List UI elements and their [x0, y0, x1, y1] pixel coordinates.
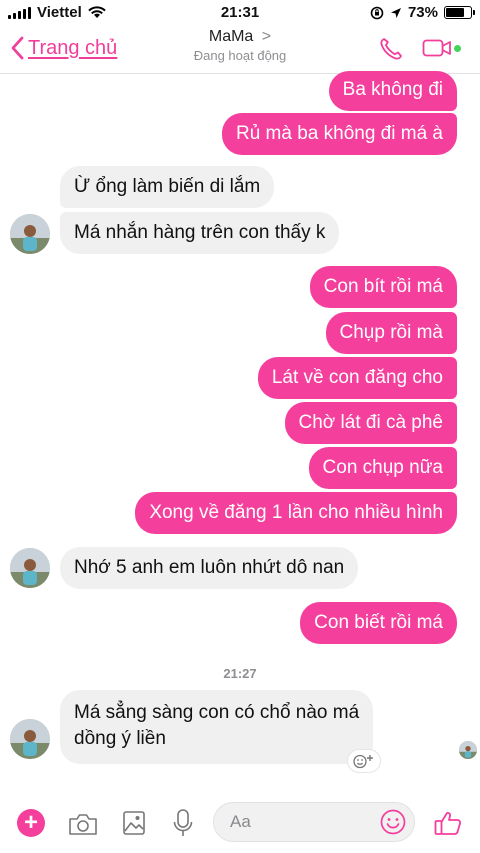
title-chevron-icon: >	[261, 28, 272, 45]
thumbs-up-icon[interactable]	[434, 810, 462, 836]
message-outgoing[interactable]: Con biết rồi má	[300, 602, 457, 644]
image-icon[interactable]	[122, 810, 146, 836]
location-icon	[390, 7, 401, 18]
message-composer: +	[0, 790, 480, 853]
avatar-photo-icon	[10, 719, 50, 759]
video-camera-icon[interactable]	[422, 38, 452, 58]
microphone-icon[interactable]	[172, 808, 194, 838]
avatar-photo-icon	[10, 548, 50, 588]
emoji-icon[interactable]	[380, 809, 406, 835]
message-incoming[interactable]: Má nhắn hàng trên con thấy k	[60, 212, 340, 254]
contact-name[interactable]: MaMa >	[0, 28, 480, 46]
avatar[interactable]	[10, 719, 50, 759]
message-timestamp: 21:27	[223, 666, 257, 681]
message-outgoing[interactable]: Con chụp nữa	[308, 447, 457, 489]
message-input[interactable]	[230, 812, 370, 832]
active-status: Đang hoạt động	[193, 48, 287, 63]
add-reaction-icon	[353, 754, 373, 769]
plus-icon: +	[23, 809, 38, 836]
message-incoming[interactable]: Má sẳng sàng con có chổ nào má dồng ý li…	[60, 690, 374, 764]
read-receipt-avatar	[459, 741, 477, 759]
lock-rotation-icon	[370, 6, 384, 19]
battery-percent: 73%	[407, 4, 438, 21]
avatar[interactable]	[10, 214, 50, 254]
message-incoming[interactable]: Ừ ổng làm biến di lắm	[60, 166, 275, 208]
status-right: 73%	[370, 4, 475, 21]
conversation-header: Trang chủ MaMa > Đang hoạt động	[0, 24, 480, 74]
avatar-photo-icon	[10, 214, 50, 254]
message-outgoing[interactable]: Chụp rồi mà	[325, 312, 457, 354]
message-outgoing[interactable]: Xong về đăng 1 lần cho nhiều hình	[135, 492, 457, 534]
message-outgoing[interactable]: Rủ mà ba không đi má à	[221, 113, 457, 155]
online-indicator	[454, 45, 461, 52]
avatar[interactable]	[10, 548, 50, 588]
camera-icon[interactable]	[68, 812, 98, 836]
contact-name-text: MaMa	[208, 28, 254, 45]
message-outgoing[interactable]: Ba không đi	[328, 71, 457, 111]
message-incoming[interactable]: Nhớ 5 anh em luôn nhứt dô nan	[60, 547, 359, 589]
message-outgoing[interactable]: Chờ lát đi cà phê	[284, 402, 457, 444]
message-outgoing[interactable]: Lát về con đăng cho	[257, 357, 457, 399]
avatar-photo-icon	[459, 741, 477, 759]
message-input-box[interactable]	[213, 802, 415, 842]
phone-icon[interactable]	[378, 36, 404, 62]
battery-icon	[444, 6, 475, 19]
add-reaction-button[interactable]	[348, 750, 380, 772]
message-outgoing[interactable]: Con bít rồi má	[309, 266, 457, 308]
plus-button[interactable]: +	[17, 809, 45, 837]
status-bar: Viettel 21:31 73%	[0, 0, 480, 24]
